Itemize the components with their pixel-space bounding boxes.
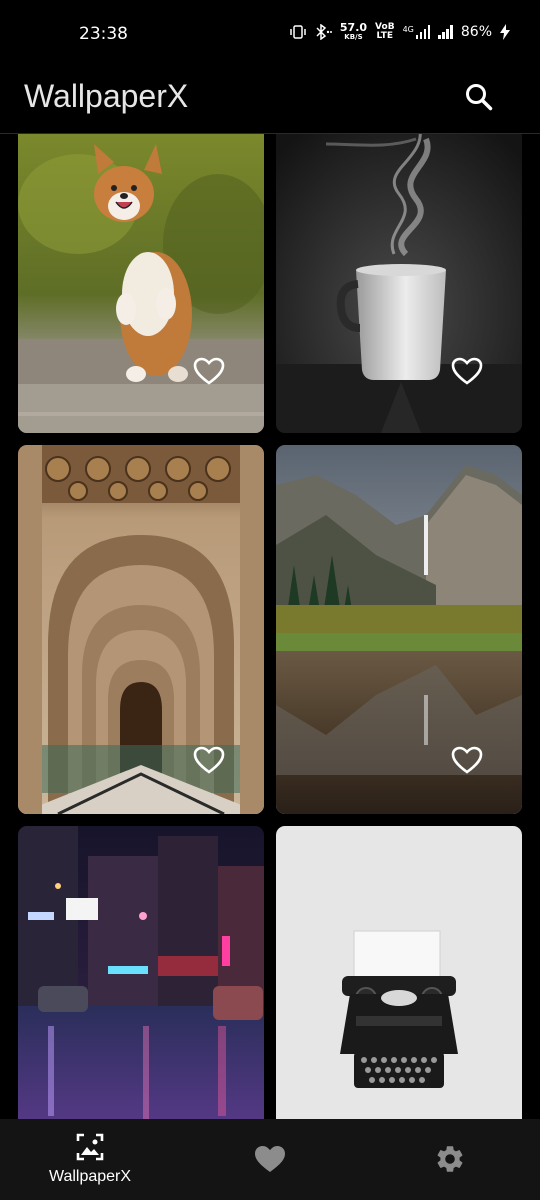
- wallpaper-card-yosemite[interactable]: [276, 445, 522, 814]
- wallpaper-card-typewriter[interactable]: [276, 826, 522, 1119]
- wallpaper-card-coffee[interactable]: [276, 134, 522, 433]
- signal-1: 4G: [403, 25, 431, 39]
- heart-outline-icon: [193, 746, 225, 774]
- wallpaper-icon: [76, 1133, 104, 1161]
- wallpaper-grid[interactable]: [0, 134, 540, 1119]
- battery-percent: 86%: [460, 24, 492, 40]
- favorite-button[interactable]: [193, 745, 225, 775]
- search-icon: [466, 84, 493, 111]
- app-title: WallpaperX: [24, 78, 189, 114]
- net-speed: 57.0 KB/S: [340, 22, 367, 42]
- heart-outline-icon: [451, 357, 483, 385]
- favorite-button[interactable]: [451, 356, 483, 386]
- app-bar: WallpaperX: [0, 68, 540, 134]
- signal-bars-1-icon: [415, 25, 431, 39]
- wallpaper-card-arches[interactable]: [18, 445, 264, 814]
- wallpaper-card-neon-city[interactable]: [18, 826, 264, 1119]
- net-type: 4G: [402, 25, 414, 34]
- vibrate-icon: [290, 25, 306, 39]
- bottom-nav: WallpaperX: [0, 1119, 540, 1200]
- nav-item-favorites[interactable]: [240, 1119, 300, 1200]
- favorite-button[interactable]: [193, 356, 225, 386]
- nav-label-wallpapers: WallpaperX: [48, 1168, 132, 1185]
- heart-outline-icon: [451, 746, 483, 774]
- coffee-photo: [276, 134, 522, 433]
- charging-icon: [500, 24, 510, 40]
- heart-icon: [255, 1146, 285, 1172]
- gear-icon: [437, 1146, 463, 1172]
- bluetooth-icon: [316, 24, 332, 40]
- nav-item-wallpapers[interactable]: WallpaperX: [40, 1119, 140, 1200]
- status-icons: 57.0 KB/S VoB LTE 4G 86%: [290, 22, 510, 42]
- status-bar: 23:38 57.0 KB/S VoB LTE 4G 86%: [0, 0, 540, 68]
- search-button[interactable]: [464, 82, 494, 112]
- favorite-button[interactable]: [451, 745, 483, 775]
- typewriter-photo: [276, 826, 522, 1119]
- neon-city-photo: [18, 826, 264, 1119]
- nav-item-settings[interactable]: [420, 1119, 480, 1200]
- signal-bars-2-icon: [438, 25, 453, 39]
- net-speed-unit: KB/S: [344, 33, 363, 41]
- corgi-photo: [18, 134, 264, 433]
- net-speed-value: 57.0: [339, 21, 368, 34]
- heart-outline-icon: [193, 357, 225, 385]
- volte-indicator: VoB LTE: [375, 23, 395, 41]
- yosemite-photo: [276, 445, 522, 814]
- arches-photo: [18, 445, 264, 814]
- wallpaper-card-corgi[interactable]: [18, 134, 264, 433]
- status-time: 23:38: [79, 24, 128, 44]
- lte-label: LTE: [376, 31, 394, 41]
